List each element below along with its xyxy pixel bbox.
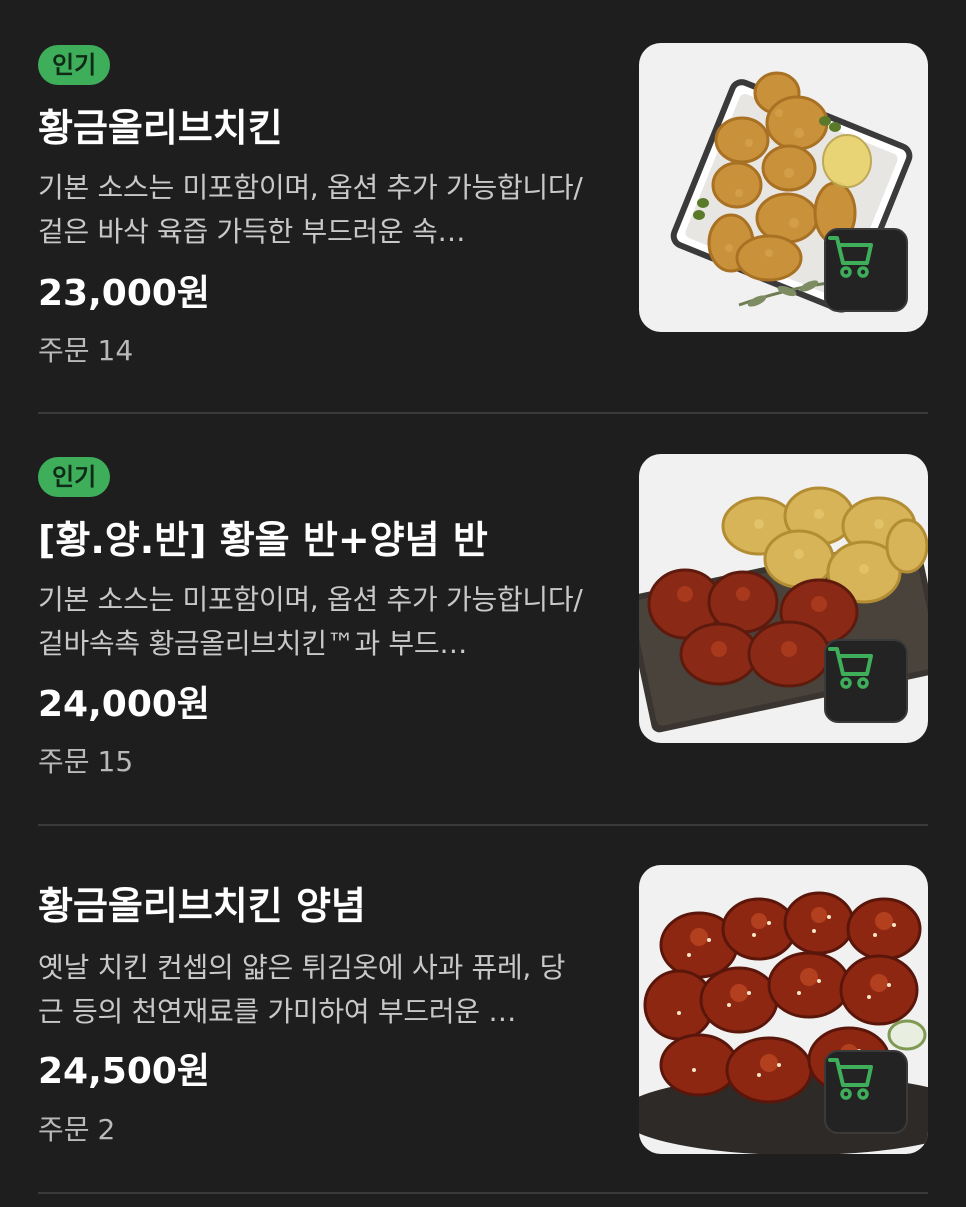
order-count: 주문 15 (38, 742, 133, 782)
popular-badge: 인기 (38, 45, 111, 85)
order-count-label: 주문 (38, 745, 90, 778)
order-count-value: 14 (97, 334, 134, 367)
order-count-value: 15 (97, 745, 134, 778)
menu-item-image[interactable] (639, 454, 928, 743)
menu-item-name: 황금올리브치킨 양념 (38, 884, 366, 928)
menu-item[interactable]: 인기 황금올리브치킨 기본 소스는 미포함이며, 옵션 추가 가능합니다/겉은 … (0, 0, 966, 414)
add-to-cart-button[interactable] (824, 228, 908, 312)
order-count-label: 주문 (38, 334, 90, 367)
item-divider (38, 1192, 928, 1194)
cart-icon (828, 647, 873, 689)
order-count: 주문 14 (38, 331, 133, 371)
order-count-value: 2 (97, 1113, 116, 1146)
order-count-label: 주문 (38, 1113, 90, 1146)
menu-item-name: 황금올리브치킨 (38, 106, 283, 150)
order-count: 주문 2 (38, 1110, 115, 1150)
menu-item[interactable]: 황금올리브치킨 양념 옛날 치킨 컨셉의 얇은 튀김옷에 사과 퓨레, 당근 등… (0, 826, 966, 1196)
cart-icon (828, 1058, 873, 1100)
menu-item[interactable]: 인기 [황.양.반] 황올 반+양념 반 기본 소스는 미포함이며, 옵션 추가… (0, 414, 966, 825)
cart-icon (828, 236, 873, 278)
menu-item-price: 24,000원 (38, 684, 211, 725)
menu-item-price: 24,500원 (38, 1051, 211, 1092)
menu-item-description: 기본 소스는 미포함이며, 옵션 추가 가능합니다/겉은 바삭 육즙 가득한 부… (38, 171, 583, 248)
menu-item-price: 23,000원 (38, 273, 211, 314)
add-to-cart-button[interactable] (824, 1050, 908, 1134)
menu-item-image[interactable] (639, 43, 928, 332)
menu-item-name: [황.양.반] 황올 반+양념 반 (38, 518, 488, 562)
menu-item-description: 기본 소스는 미포함이며, 옵션 추가 가능합니다/겉바속촉 황금올리브치킨™과… (38, 583, 583, 660)
menu-item-image[interactable] (639, 865, 928, 1154)
menu-item-description: 옛날 치킨 컨셉의 얇은 튀김옷에 사과 퓨레, 당근 등의 천연재료를 가미하… (38, 951, 566, 1028)
add-to-cart-button[interactable] (824, 639, 908, 723)
popular-badge: 인기 (38, 457, 111, 497)
